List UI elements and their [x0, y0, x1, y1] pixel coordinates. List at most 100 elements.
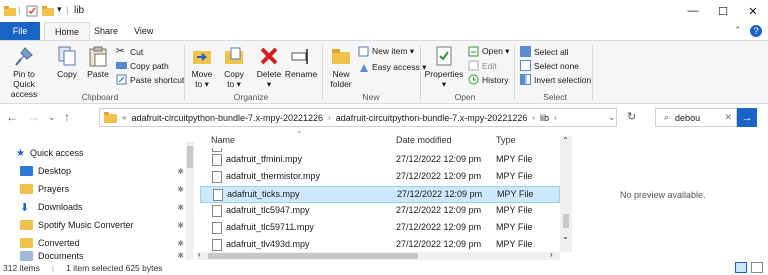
large-icons-view-icon[interactable]: [751, 262, 763, 273]
title-bar: | ▾ | lib — ☐ ✕: [0, 0, 768, 22]
minimize-button[interactable]: —: [678, 0, 708, 22]
easy-access-icon: [360, 64, 368, 72]
window-title: lib: [74, 5, 85, 16]
table-row[interactable]: adafruit_ticks.mpy 27/12/2022 12:09 pm MPY…: [200, 186, 560, 203]
nav-item-quick-access[interactable]: ★ Quick access: [16, 144, 196, 162]
chevron-right-icon[interactable]: ›: [532, 113, 535, 122]
file-date-modified: 27/12/2022 12:09 pm: [396, 154, 482, 164]
nav-item-downloads[interactable]: ⬇ Downloads ✱: [20, 198, 184, 216]
search-input[interactable]: debou: [675, 113, 700, 123]
horizontal-scrollbar-thumb[interactable]: [208, 253, 418, 259]
recent-locations-icon[interactable]: ⌄: [48, 112, 56, 123]
tab-view[interactable]: View: [124, 22, 163, 40]
rename-icon: [291, 49, 308, 64]
select-group-label: Select: [543, 92, 567, 102]
back-arrow-icon[interactable]: ←: [6, 110, 18, 124]
invert-selection-button[interactable]: Invert selection: [520, 73, 591, 86]
rename-button[interactable]: Rename: [284, 45, 318, 79]
file-icon: [212, 239, 222, 251]
history-icon: [468, 74, 479, 85]
details-view-icon[interactable]: [735, 262, 747, 273]
search-box[interactable]: ⌕ debou ✕: [655, 108, 737, 127]
address-bar[interactable]: « adafruit-circuitpython-bundle-7.x-mpy-…: [99, 108, 617, 127]
properties-check-icon[interactable]: [26, 5, 38, 17]
breadcrumb-item[interactable]: adafruit-circuitpython-bundle-7.x-mpy-20…: [131, 113, 323, 123]
chevron-right-icon[interactable]: ›: [328, 113, 331, 122]
file-name: adafruit_tlc59711.mpy: [226, 222, 314, 232]
easy-access-button[interactable]: Easy access ▾: [358, 61, 426, 74]
tab-file[interactable]: File: [0, 22, 40, 40]
nav-scrollbar-thumb[interactable]: [187, 146, 193, 168]
delete-button[interactable]: Delete ▾: [254, 45, 284, 89]
select-all-button[interactable]: Select all: [520, 45, 569, 58]
search-go-button[interactable]: →: [737, 108, 757, 127]
copy-to-button[interactable]: Copy to ▾: [220, 45, 248, 89]
select-none-button[interactable]: Select none: [520, 59, 579, 72]
up-arrow-icon[interactable]: ↑: [64, 110, 70, 124]
table-row[interactable]: adafruit_tlc5947.mpy 27/12/2022 12:09 pm M…: [200, 203, 560, 220]
move-to-button[interactable]: Move to ▾: [188, 45, 216, 89]
pin-icon: ✱: [177, 238, 184, 248]
file-icon: [212, 205, 222, 217]
folder-icon: [4, 5, 16, 17]
open-group-label: Open: [454, 92, 476, 102]
paste-button[interactable]: Paste: [84, 45, 112, 79]
file-list-scrollbar-thumb[interactable]: [563, 214, 569, 228]
copy-to-icon: [225, 47, 243, 64]
nav-scrollbar[interactable]: [186, 142, 194, 260]
column-header-type[interactable]: Type: [496, 135, 516, 145]
breadcrumb-item[interactable]: lib: [540, 113, 549, 123]
scroll-up-icon[interactable]: ⌃: [562, 136, 569, 145]
clear-search-icon[interactable]: ✕: [724, 112, 732, 123]
new-item-icon: [358, 46, 369, 57]
open-button[interactable]: Open ▾: [468, 45, 509, 58]
copy-path-button[interactable]: Copy path: [116, 59, 169, 72]
nav-item-desktop[interactable]: Desktop ✱: [20, 162, 184, 180]
table-row[interactable]: adafruit_tlc59711.mpy 27/12/2022 12:09 pm…: [200, 220, 560, 237]
new-folder-icon[interactable]: [42, 5, 54, 17]
cut-button[interactable]: ✂ Cut: [116, 45, 143, 58]
file-list: ⌃ Name Date modified Type adafruit_tfmin…: [200, 130, 572, 260]
scroll-down-icon[interactable]: ⌄: [562, 232, 569, 241]
column-header-name[interactable]: Name: [211, 135, 235, 145]
column-header-date[interactable]: Date modified: [396, 135, 452, 145]
chevron-right-icon[interactable]: ›: [554, 113, 557, 122]
history-button[interactable]: History: [468, 73, 508, 86]
file-list-scrollbar[interactable]: ⌃ ⌄: [560, 136, 572, 252]
ribbon-separator: [322, 45, 323, 101]
scroll-left-icon[interactable]: ‹: [198, 250, 201, 259]
file-date-modified: 27/12/2022 12:09 pm: [397, 189, 483, 199]
table-row[interactable]: adafruit_thermistor.mpy 27/12/2022 12:09 …: [200, 169, 560, 186]
folder-icon: [104, 112, 117, 123]
address-row: ← → ⌄ ↑ « adafruit-circuitpython-bundle-…: [0, 104, 768, 130]
breadcrumb-overflow[interactable]: «: [122, 113, 126, 122]
nav-item-prayers[interactable]: Prayers ✱: [20, 180, 184, 198]
maximize-button[interactable]: ☐: [708, 0, 738, 22]
edit-button[interactable]: Edit: [468, 59, 497, 72]
close-button[interactable]: ✕: [738, 0, 768, 22]
breadcrumb-item[interactable]: adafruit-circuitpython-bundle-7.x-mpy-20…: [336, 113, 528, 123]
nav-item-converted[interactable]: Converted ✱: [20, 234, 184, 252]
table-row[interactable]: adafruit_tfmini.mpy 27/12/2022 12:09 pm MP…: [200, 152, 560, 169]
horizontal-scrollbar[interactable]: ‹ ›: [196, 250, 560, 260]
pin-icon: ✱: [177, 220, 184, 230]
nav-item-spotify-music-converter[interactable]: Spotify Music Converter ✱: [20, 216, 184, 234]
copy-icon: [58, 46, 76, 66]
refresh-icon[interactable]: ↻: [627, 110, 636, 123]
tab-share[interactable]: Share: [84, 22, 128, 40]
desktop-icon: [20, 166, 33, 176]
new-item-button[interactable]: New item ▾: [358, 45, 414, 58]
ribbon: Pin to Quick access Copy Paste ✂ Cut Cop…: [0, 40, 768, 104]
ribbon-collapse-icon[interactable]: ⌃: [734, 25, 742, 36]
pin-to-quick-access-button[interactable]: Pin to Quick access: [2, 45, 46, 99]
new-folder-button[interactable]: New folder: [326, 45, 356, 89]
scroll-right-icon[interactable]: ›: [550, 250, 553, 259]
quick-access-dropdown-icon[interactable]: ▾: [57, 4, 62, 15]
properties-button[interactable]: Properties ▾: [424, 45, 464, 89]
address-dropdown-icon[interactable]: ⌄: [608, 112, 616, 123]
help-icon[interactable]: ?: [750, 25, 762, 37]
paste-shortcut-button[interactable]: Paste shortcut: [116, 73, 184, 86]
copy-button[interactable]: Copy: [54, 45, 80, 79]
forward-arrow-icon[interactable]: →: [28, 110, 40, 124]
ribbon-separator: [514, 45, 515, 101]
